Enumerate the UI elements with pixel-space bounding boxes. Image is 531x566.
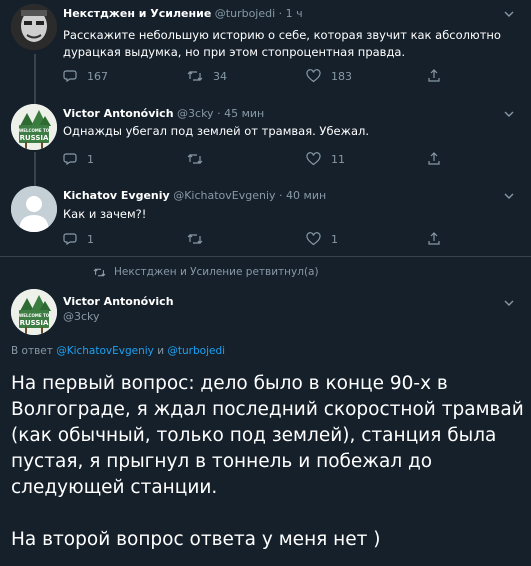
avatar[interactable] [11, 4, 57, 50]
tweet-body: На первый вопрос: дело было в конце 90-х… [11, 371, 526, 553]
like-button[interactable]: 183 [306, 69, 352, 83]
chevron-down-icon[interactable] [503, 8, 515, 20]
thread-line [34, 95, 36, 104]
like-count: 183 [331, 69, 352, 83]
thread-line [34, 54, 36, 95]
reply-icon [63, 153, 77, 166]
reply-to-link[interactable]: @turbojedi [167, 345, 225, 357]
retweet-button[interactable] [187, 152, 203, 166]
avatar-sign-line2: RUSSIA [20, 134, 49, 142]
heart-icon [306, 152, 321, 166]
chevron-down-icon[interactable] [503, 190, 515, 202]
tweet-2[interactable]: WELCOME TO RUSSIA Victor Antonóvich @3ck… [0, 95, 531, 177]
tweet-3[interactable]: Kichatov Evgeniy @KichatovEvgeniy · 40 м… [0, 177, 531, 255]
thread-line [34, 152, 36, 177]
author-name[interactable]: Victor Antonóvich [63, 107, 174, 120]
tweet-text-line: Расскажите небольшую историю о себе, кот… [63, 28, 501, 42]
tweet-body-line: На второй вопрос ответа у меня нет ) [11, 529, 381, 550]
tweet-time[interactable]: · 45 мин [217, 107, 264, 120]
avatar[interactable] [11, 186, 57, 232]
reply-prefix: В ответ [11, 345, 53, 357]
author-handle[interactable]: @3cky [63, 310, 174, 323]
tweet-text: Однажды убегал под землей от трамвая. Уб… [63, 124, 370, 138]
retweet-icon [93, 268, 106, 276]
share-button[interactable] [427, 69, 441, 83]
reply-icon [63, 233, 77, 246]
tweet-actions: 1 1 [63, 232, 453, 250]
welcome-russia-avatar-icon: WELCOME TO RUSSIA [11, 289, 57, 335]
reply-and: и [157, 345, 165, 357]
retweet-button[interactable] [187, 232, 203, 246]
tweet-header: Некстджен и Усиление @turbojedi · 1 ч [63, 7, 303, 20]
avatar-sign-line1: WELCOME TO [19, 128, 50, 133]
tweet-time[interactable]: · 40 мин [279, 189, 326, 202]
share-button[interactable] [427, 152, 441, 166]
tweet-body-line: пустая, я прыгнул в тоннель и побежал до [11, 451, 433, 472]
like-button[interactable]: 11 [306, 152, 345, 166]
tweet-text: Как и зачем?! [63, 207, 147, 221]
default-user-avatar-icon [11, 186, 57, 232]
share-button[interactable] [427, 232, 441, 246]
retweet-notice[interactable]: Некстджен и Усиление ретвитнул(а) [93, 266, 319, 278]
tweet-header: Victor Antonóvich @3cky · 45 мин [63, 107, 264, 120]
tweet-1[interactable]: Некстджен и Усиление @turbojedi · 1 ч Ра… [0, 0, 531, 95]
face-avatar-icon [11, 4, 57, 50]
tweet-body-line: (как обычный, только под землей), станци… [11, 425, 497, 446]
welcome-russia-avatar-icon: WELCOME TO RUSSIA [11, 104, 57, 150]
tweet-actions: 167 34 183 [63, 69, 453, 87]
retweet-icon [187, 71, 203, 81]
retweet-icon [187, 154, 203, 164]
share-icon [428, 69, 440, 82]
avatar[interactable]: WELCOME TO RUSSIA [11, 289, 57, 335]
share-icon [428, 232, 440, 245]
reply-context: В ответ @KichatovEvgeniy и @turbojedi [11, 345, 225, 357]
tweet-time[interactable]: · 1 ч [279, 7, 303, 20]
author-name[interactable]: Victor Antonóvich [63, 295, 174, 308]
author-handle[interactable]: @3cky [177, 107, 214, 120]
tweet-body-line: следующей станции. [11, 477, 218, 498]
reply-icon [63, 70, 77, 83]
main-tweet: WELCOME TO RUSSIA Victor Antonóvich @3ck… [0, 287, 531, 566]
tweet-text-line: дурацкая выдумка, но при этом стопроцент… [63, 45, 406, 59]
chevron-down-icon[interactable] [503, 297, 515, 309]
reply-button[interactable]: 167 [63, 69, 108, 83]
retweet-count: 34 [213, 69, 227, 83]
author-handle[interactable]: @turbojedi [215, 7, 275, 20]
tweet-header: Kichatov Evgeniy @KichatovEvgeniy · 40 м… [63, 189, 326, 202]
reply-count: 1 [87, 232, 94, 246]
tweet-body-line: Волгограде, я ждал последний скоростной … [11, 399, 524, 420]
like-count: 11 [331, 152, 345, 166]
tweet-actions: 1 11 [63, 152, 453, 170]
tweet-body-line: На первый вопрос: дело было в конце 90-х… [11, 373, 448, 394]
author-block[interactable]: Victor Antonóvich @3cky [63, 295, 174, 323]
author-handle[interactable]: @KichatovEvgeniy [173, 189, 275, 202]
heart-icon [306, 232, 321, 246]
avatar-sign-line1: WELCOME TO [19, 313, 50, 318]
like-button[interactable]: 1 [306, 232, 338, 246]
avatar[interactable]: WELCOME TO RUSSIA [11, 104, 57, 150]
tweet-text: Расскажите небольшую историю о себе, кот… [63, 27, 503, 61]
chevron-down-icon[interactable] [503, 108, 515, 120]
author-name[interactable]: Kichatov Evgeniy [63, 189, 170, 202]
reply-button[interactable]: 1 [63, 232, 94, 246]
reply-count: 167 [87, 69, 108, 83]
like-count: 1 [331, 232, 338, 246]
separator [0, 256, 531, 257]
avatar-sign-line2: RUSSIA [20, 319, 49, 327]
retweet-icon [187, 234, 203, 244]
retweet-notice-text: Некстджен и Усиление ретвитнул(а) [114, 266, 319, 278]
heart-icon [306, 69, 321, 83]
thread-line [34, 177, 36, 186]
retweet-button[interactable]: 34 [187, 69, 227, 83]
reply-to-link[interactable]: @KichatovEvgeniy [56, 345, 154, 357]
author-name[interactable]: Некстджен и Усиление [63, 7, 211, 20]
share-icon [428, 152, 440, 165]
reply-button[interactable]: 1 [63, 152, 94, 166]
reply-count: 1 [87, 152, 94, 166]
